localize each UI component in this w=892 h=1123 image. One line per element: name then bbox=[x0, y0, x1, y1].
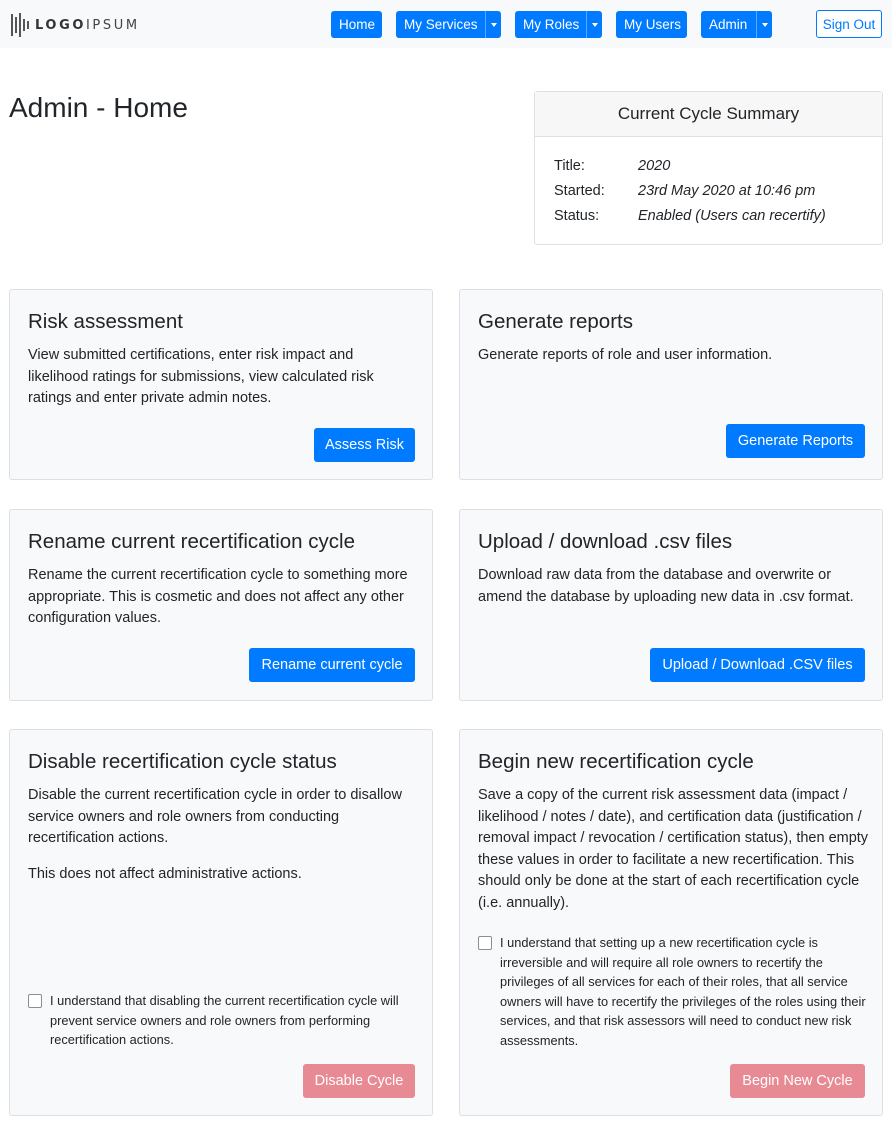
summary-label: Started: bbox=[554, 183, 605, 199]
card-title: Risk assessment bbox=[28, 310, 183, 333]
begin-new-cycle-button[interactable]: Begin New Cycle bbox=[730, 1064, 865, 1098]
csv-files-card: Upload / download .csv files Download ra… bbox=[459, 509, 883, 701]
disable-confirm-checkbox-row[interactable]: I understand that disabling the current … bbox=[28, 991, 420, 1050]
upload-download-csv-button[interactable]: Upload / Download .CSV files bbox=[650, 648, 865, 682]
assess-risk-button[interactable]: Assess Risk bbox=[314, 428, 415, 462]
begin-new-cycle-card: Begin new recertification cycle Save a c… bbox=[459, 729, 883, 1116]
logo-text: LOGOIPSUM bbox=[35, 17, 140, 33]
sign-out-button[interactable]: Sign Out bbox=[816, 10, 882, 38]
nav-my-services-label: My Services bbox=[404, 17, 478, 32]
card-title: Upload / download .csv files bbox=[478, 530, 733, 553]
dropdown-toggle[interactable] bbox=[485, 11, 501, 38]
dropdown-toggle[interactable] bbox=[586, 11, 602, 38]
dropdown-toggle[interactable] bbox=[756, 11, 772, 38]
summary-row-title: Title: 2020 bbox=[554, 158, 670, 174]
card-title: Rename current recertification cycle bbox=[28, 530, 355, 553]
card-title: Begin new recertification cycle bbox=[478, 750, 754, 773]
nav-my-users-button[interactable]: My Users bbox=[616, 11, 687, 38]
card-description: Save a copy of the current risk assessme… bbox=[478, 787, 869, 911]
begin-confirm-checkbox-row[interactable]: I understand that setting up a new recer… bbox=[478, 933, 870, 1051]
generate-reports-card: Generate reports Generate reports of rol… bbox=[459, 289, 883, 480]
card-description: Rename the current recertification cycle… bbox=[28, 567, 408, 627]
nav-my-services-dropdown[interactable]: My Services bbox=[396, 11, 501, 38]
card-title: Disable recertification cycle status bbox=[28, 750, 337, 773]
navbar: LOGOIPSUM Home My Services My Roles My U… bbox=[0, 0, 892, 48]
disable-confirm-label: I understand that disabling the current … bbox=[50, 993, 399, 1048]
summary-value: Enabled (Users can recertify) bbox=[638, 208, 826, 224]
summary-label: Title: bbox=[554, 158, 585, 174]
generate-reports-button[interactable]: Generate Reports bbox=[726, 424, 865, 458]
nav-my-roles-label: My Roles bbox=[523, 17, 580, 32]
card-description: Disable the current recertification cycl… bbox=[28, 785, 420, 885]
card-description: View submitted certifications, enter ris… bbox=[28, 347, 374, 407]
caret-down-icon bbox=[490, 22, 497, 27]
nav-admin-label: Admin bbox=[709, 17, 748, 32]
nav-my-roles-dropdown[interactable]: My Roles bbox=[515, 11, 602, 38]
card-description: Download raw data from the database and … bbox=[478, 567, 854, 605]
begin-confirm-checkbox[interactable] bbox=[478, 936, 492, 950]
summary-row-status: Status: Enabled (Users can recertify) bbox=[554, 208, 826, 224]
card-title: Generate reports bbox=[478, 310, 633, 333]
disable-cycle-button[interactable]: Disable Cycle bbox=[303, 1064, 415, 1098]
summary-row-started: Started: 23rd May 2020 at 10:46 pm bbox=[554, 183, 815, 199]
begin-confirm-label: I understand that setting up a new recer… bbox=[500, 935, 866, 1048]
nav-home-button[interactable]: Home bbox=[331, 11, 382, 38]
page-title: Admin - Home bbox=[9, 92, 188, 123]
logo-bars-icon bbox=[11, 13, 29, 37]
risk-assessment-card: Risk assessment View submitted certifica… bbox=[9, 289, 433, 480]
rename-cycle-button[interactable]: Rename current cycle bbox=[249, 648, 415, 682]
disable-cycle-card: Disable recertification cycle status Dis… bbox=[9, 729, 433, 1116]
summary-value: 23rd May 2020 at 10:46 pm bbox=[638, 183, 816, 199]
nav-admin-dropdown[interactable]: Admin bbox=[701, 11, 772, 38]
caret-down-icon bbox=[761, 22, 768, 27]
disable-confirm-checkbox[interactable] bbox=[28, 994, 42, 1008]
summary-value: 2020 bbox=[638, 158, 671, 174]
logo[interactable]: LOGOIPSUM bbox=[11, 13, 140, 37]
card-description-main: Disable the current recertification cycl… bbox=[28, 787, 402, 847]
summary-label: Status: bbox=[554, 208, 600, 224]
card-description: Generate reports of role and user inform… bbox=[478, 347, 773, 363]
current-cycle-summary: Current Cycle Summary Title: 2020 Starte… bbox=[534, 91, 883, 245]
nav-my-users-label: My Users bbox=[624, 17, 681, 32]
caret-down-icon bbox=[591, 22, 598, 27]
nav-home-label: Home bbox=[339, 17, 376, 32]
card-description-note: This does not affect administrative acti… bbox=[28, 865, 302, 882]
rename-cycle-card: Rename current recertification cycle Ren… bbox=[9, 509, 433, 701]
summary-heading: Current Cycle Summary bbox=[535, 92, 882, 137]
